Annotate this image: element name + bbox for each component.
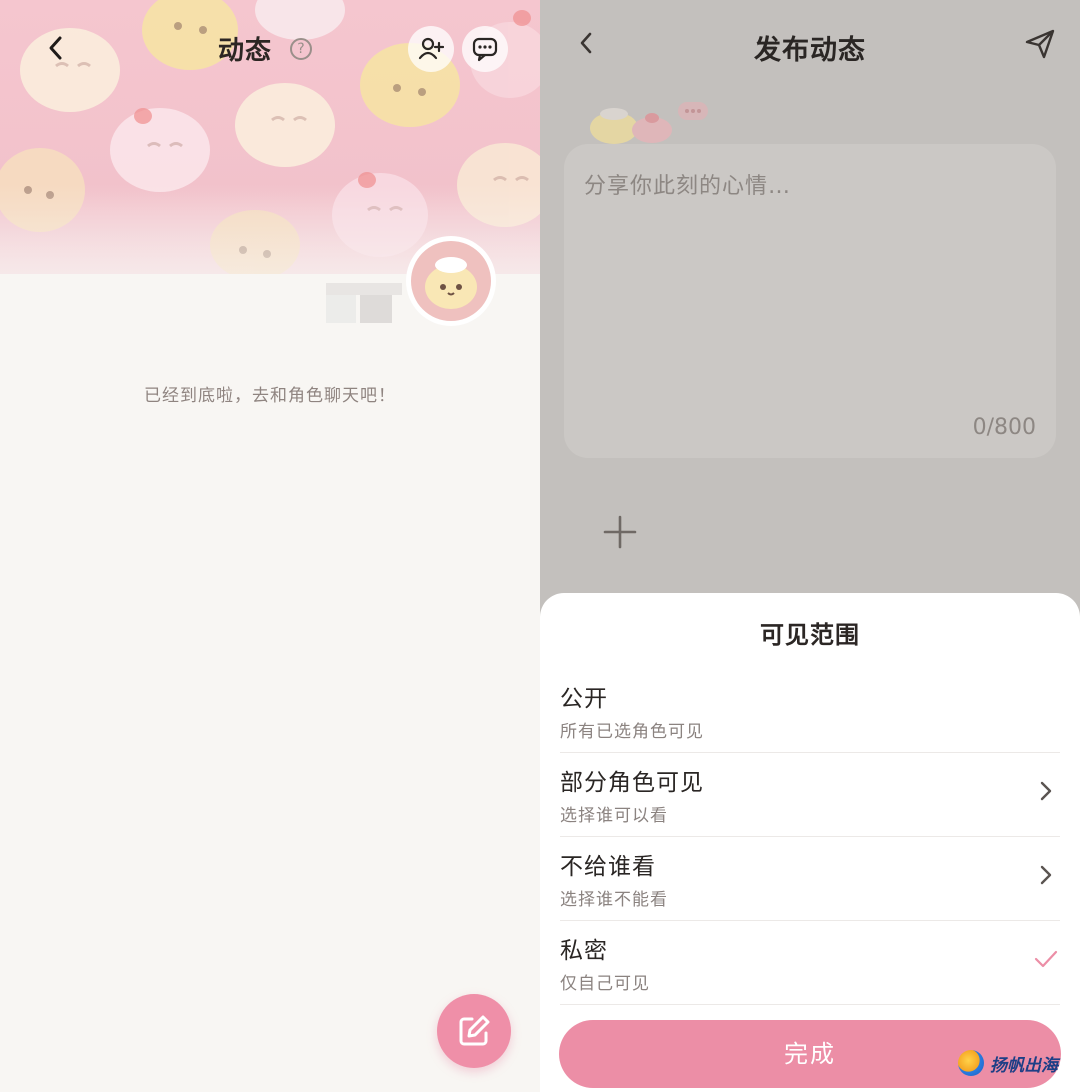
moments-header: 动态 ?	[0, 0, 540, 96]
edit-pencil-icon	[459, 1015, 490, 1046]
send-button[interactable]	[1022, 26, 1058, 62]
visibility-option-partial[interactable]: 部分角色可见 选择谁可以看	[560, 753, 1060, 837]
compose-button[interactable]	[437, 994, 511, 1068]
mascot-illustration	[588, 98, 718, 146]
watermark-logo-icon	[958, 1050, 984, 1076]
watermark: 扬帆出海	[958, 1050, 1058, 1076]
back-button[interactable]	[36, 28, 76, 68]
paper-plane-icon	[1025, 29, 1055, 59]
app-screens: 动态 ? 已经到底啦，去和角色聊天吧！ 发布动态 分享你此刻的心情… 0/800…	[0, 0, 1080, 1092]
person-add-icon	[418, 37, 444, 60]
checkmark-icon	[1032, 945, 1060, 973]
option-title: 部分角色可见	[560, 770, 704, 796]
option-title: 不给谁看	[560, 854, 656, 880]
end-of-list-message: 已经到底啦，去和角色聊天吧！	[144, 386, 396, 406]
visibility-option-private[interactable]: 私密 仅自己可见	[560, 921, 1060, 1005]
add-friend-button[interactable]	[408, 26, 454, 72]
option-title: 公开	[560, 686, 608, 712]
add-media-button[interactable]	[600, 512, 640, 552]
char-counter: 0/800	[972, 415, 1036, 440]
option-title: 私密	[560, 938, 608, 964]
visibility-sheet: 可见范围 公开 所有已选角色可见 部分角色可见 选择谁可以看 不给谁看 选择谁不…	[540, 593, 1080, 1092]
moments-feed-screen: 动态 ? 已经到底啦，去和角色聊天吧！	[0, 0, 540, 1092]
sheet-title: 可见范围	[760, 621, 860, 649]
visibility-option-exclude[interactable]: 不给谁看 选择谁不能看	[560, 837, 1060, 921]
page-title: 发布动态	[754, 35, 866, 66]
watermark-text: 扬帆出海	[990, 1055, 1058, 1076]
chevron-right-icon	[1032, 861, 1060, 889]
chevron-left-icon	[49, 36, 62, 60]
message-button[interactable]	[462, 26, 508, 72]
avatar	[411, 241, 491, 321]
textarea-placeholder: 分享你此刻的心情…	[584, 174, 792, 199]
page-title: 动态	[218, 36, 273, 66]
plus-icon	[603, 515, 637, 549]
publish-moment-screen: 发布动态 分享你此刻的心情… 0/800 可见范围 公开 所有已选角色可见 部分…	[540, 0, 1080, 1092]
visibility-option-public[interactable]: 公开 所有已选角色可见	[560, 669, 1060, 753]
character-face-icon	[425, 257, 477, 309]
question-circle-icon[interactable]: ?	[290, 38, 312, 60]
username-redacted	[326, 283, 402, 323]
profile-avatar[interactable]	[406, 236, 496, 326]
option-subtitle: 所有已选角色可见	[560, 722, 704, 742]
option-subtitle: 选择谁可以看	[560, 806, 668, 826]
mood-textarea[interactable]: 分享你此刻的心情… 0/800	[564, 144, 1056, 458]
option-subtitle: 仅自己可见	[560, 974, 650, 994]
option-subtitle: 选择谁不能看	[560, 890, 668, 910]
chat-bubble-icon	[472, 37, 498, 62]
chevron-right-icon	[1032, 777, 1060, 805]
